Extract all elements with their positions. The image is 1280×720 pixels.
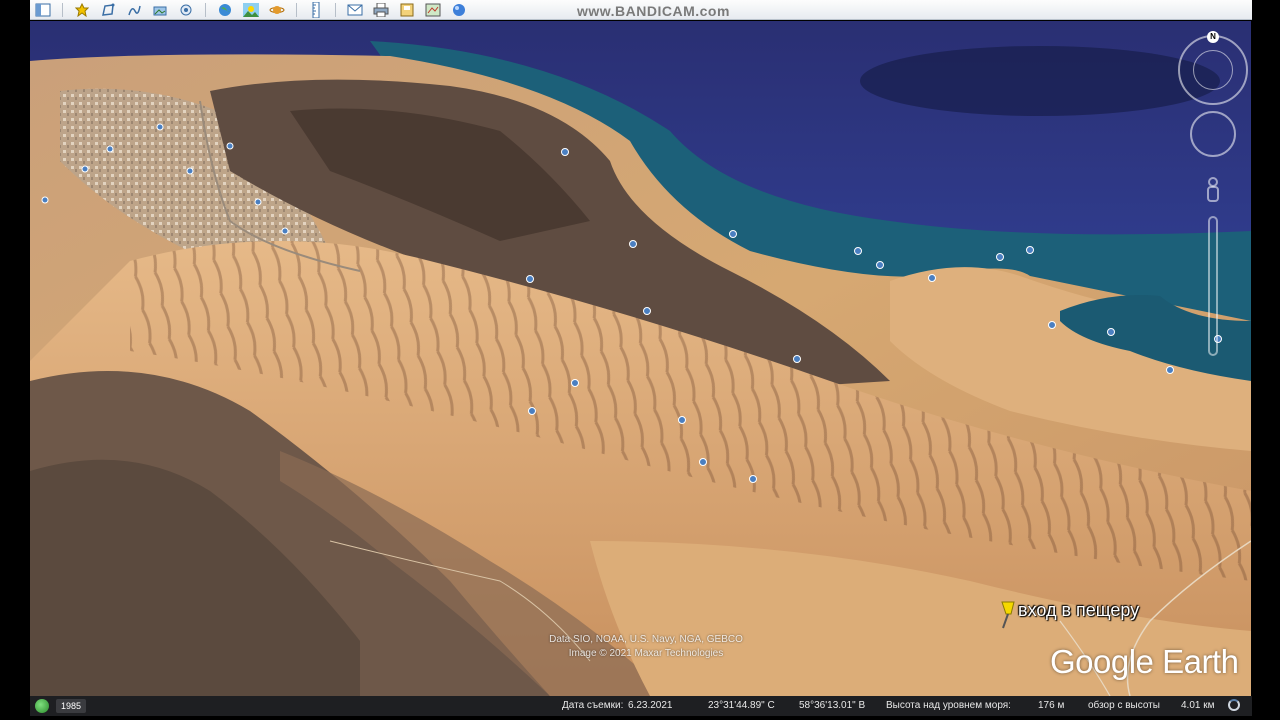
google-earth-logo: Google Earth [1050, 643, 1239, 680]
imagery-year-badge[interactable]: 1985 [56, 699, 87, 713]
sidebar-toggle-icon [35, 3, 51, 16]
historical-imagery-button[interactable] [214, 1, 236, 19]
email-button[interactable] [344, 1, 366, 19]
save-image-button[interactable] [396, 1, 418, 19]
toolbar-separator [335, 2, 336, 17]
toolbar-separator [62, 2, 63, 17]
add-image-overlay-button[interactable] [149, 1, 171, 19]
toolbar: www.BANDICAM.com [30, 0, 1252, 20]
zoom-slider[interactable] [1208, 216, 1218, 356]
eye-altitude-value: 4.01 км [1181, 700, 1215, 711]
polygon-icon [102, 3, 115, 16]
navigation-controls: N [1178, 31, 1250, 361]
record-tour-button[interactable] [175, 1, 197, 19]
email-icon [347, 4, 363, 15]
toolbar-separator [296, 2, 297, 17]
historical-imagery-status-icon[interactable] [35, 699, 49, 713]
print-button[interactable] [370, 1, 392, 19]
streaming-progress-icon [1228, 699, 1240, 711]
print-icon [373, 2, 389, 17]
longitude-readout: 58°36'13.01" В [799, 700, 866, 711]
add-path-button[interactable] [123, 1, 145, 19]
planets-icon [269, 5, 285, 14]
imagery-date-value: 6.23.2021 [628, 700, 673, 711]
view-in-maps-button[interactable] [422, 1, 444, 19]
ruler-icon [312, 1, 320, 18]
sidebar-toggle-button[interactable] [32, 1, 54, 19]
move-joystick[interactable] [1190, 111, 1236, 157]
compass-north-button[interactable]: N [1207, 31, 1219, 43]
sunlight-button[interactable] [240, 1, 262, 19]
add-placemark-button[interactable] [71, 1, 93, 19]
look-joystick[interactable] [1178, 35, 1248, 105]
image-overlay-icon [153, 6, 167, 15]
sunlight-icon [243, 2, 259, 17]
save-image-icon [400, 3, 414, 16]
elevation-value: 176 м [1038, 700, 1065, 711]
map-viewport[interactable]: вход в пещеру Data SIO, NOAA, U.S. Navy,… [30, 21, 1251, 696]
imagery-attribution: Data SIO, NOAA, U.S. Navy, NGA, GEBCO Im… [526, 633, 766, 661]
eye-altitude-label: обзор с высоты [1088, 700, 1160, 711]
add-polygon-button[interactable] [97, 1, 119, 19]
look-joystick-inner[interactable] [1193, 50, 1233, 90]
toolbar-separator [205, 2, 206, 17]
placemark-label[interactable]: вход в пещеру [1018, 600, 1139, 621]
view-in-maps-icon [425, 3, 441, 16]
attribution-image-line: Image © 2021 Maxar Technologies [568, 648, 724, 659]
record-tour-icon [180, 4, 192, 15]
sign-in-icon [453, 3, 465, 16]
recording-watermark: www.BANDICAM.com [577, 3, 730, 19]
imagery-date-label: Дата съемки: [562, 700, 624, 711]
status-bar: 1985 Дата съемки: 6.23.2021 23°31'44.89"… [30, 696, 1252, 716]
planets-button[interactable] [266, 1, 288, 19]
terrain-imagery [30, 21, 1251, 696]
placemark-pin-icon[interactable] [996, 600, 1020, 630]
sign-in-button[interactable] [448, 1, 470, 19]
elevation-label: Высота над уровнем моря: [886, 700, 1011, 711]
placemark-icon [75, 2, 89, 17]
path-icon [128, 5, 141, 15]
attribution-data-line: Data SIO, NOAA, U.S. Navy, NGA, GEBCO [549, 634, 743, 645]
ruler-button[interactable] [305, 1, 327, 19]
historical-imagery-icon [219, 3, 231, 16]
latitude-readout: 23°31'44.89" С [708, 700, 775, 711]
street-view-pegman-icon[interactable] [1205, 177, 1221, 207]
